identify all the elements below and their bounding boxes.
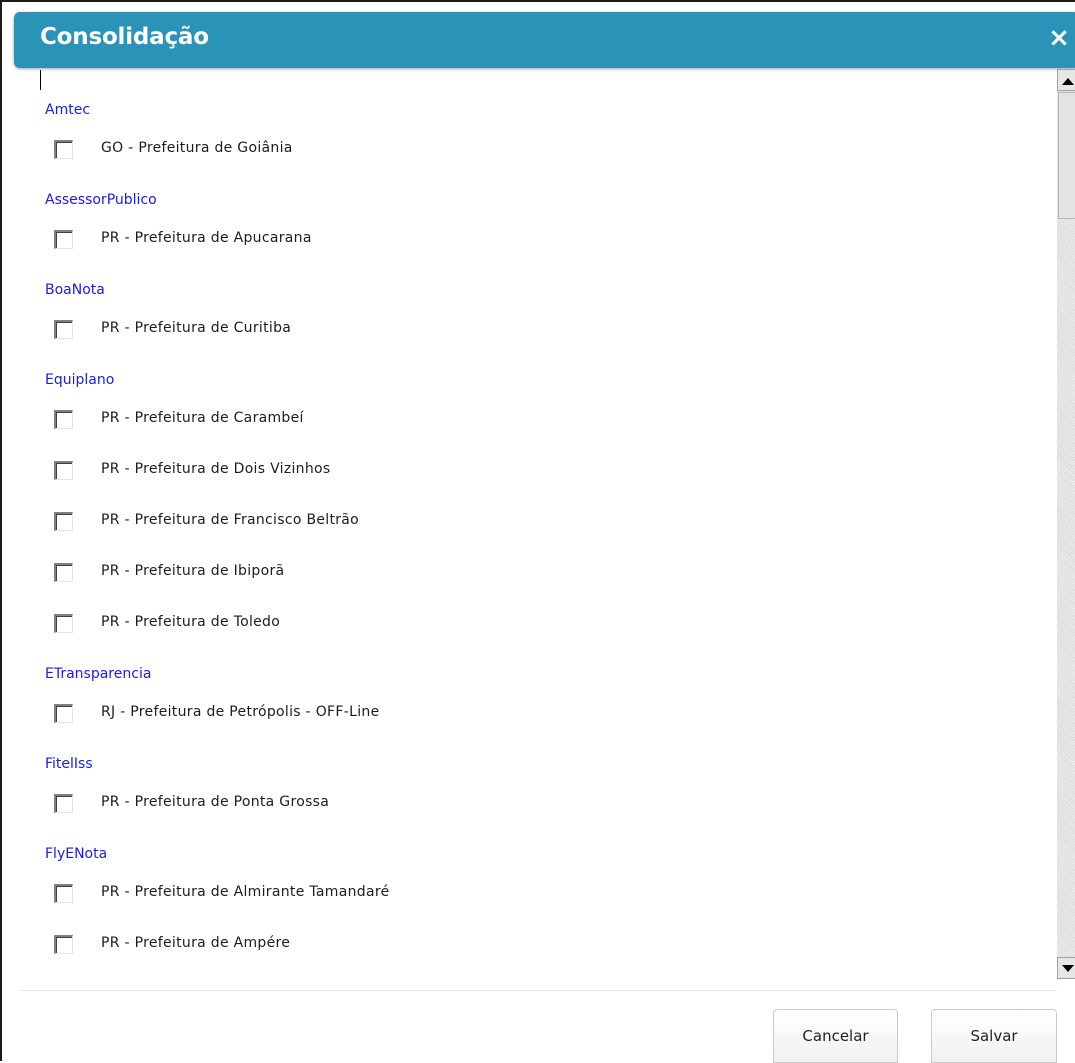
item-checkbox[interactable] <box>54 320 73 339</box>
save-button[interactable]: Salvar <box>931 1009 1057 1063</box>
close-icon[interactable]: × <box>1045 24 1073 52</box>
cancel-button[interactable]: Cancelar <box>773 1009 898 1063</box>
scroll-down-arrow-icon <box>1062 965 1074 972</box>
item-label: PR - Prefeitura de Ibiporã <box>101 563 285 579</box>
group-label: Amtec <box>45 102 91 118</box>
item-label: GO - Prefeitura de Goiânia <box>101 140 293 156</box>
item-checkbox[interactable] <box>54 884 73 903</box>
consolidation-dialog: Consolidação × Amtec GO - Prefeitura de G… <box>0 0 1075 1063</box>
scroll-thumb[interactable] <box>1058 92 1075 219</box>
group-label: BoaNota <box>45 282 105 298</box>
group-label: Equiplano <box>45 372 115 388</box>
item-label: PR - Prefeitura de Curitiba <box>101 320 292 336</box>
item-label: PR - Prefeitura de Ponta Grossa <box>101 794 330 810</box>
item-checkbox[interactable] <box>54 230 73 249</box>
item-checkbox[interactable] <box>54 935 73 954</box>
scroll-up-button[interactable] <box>1057 69 1075 91</box>
group-label: FitelIss <box>45 756 93 772</box>
group-label: FlyENota <box>45 846 108 862</box>
item-checkbox[interactable] <box>54 563 73 582</box>
item-label: PR - Prefeitura de Dois Vizinhos <box>101 461 331 477</box>
item-label: PR - Prefeitura de Toledo <box>101 614 281 630</box>
item-label: PR - Prefeitura de Apucarana <box>101 230 312 246</box>
item-label: PR - Prefeitura de Carambeí <box>101 410 304 426</box>
item-label: RJ - Prefeitura de Petrópolis - OFF-Line <box>101 704 380 720</box>
item-checkbox[interactable] <box>54 704 73 723</box>
item-label: PR - Prefeitura de Almirante Tamandaré <box>101 884 390 900</box>
group-label: ETransparencia <box>45 666 152 682</box>
item-checkbox[interactable] <box>54 140 73 159</box>
item-label: PR - Prefeitura de Francisco Beltrão <box>101 512 360 528</box>
scroll-down-button[interactable] <box>1057 957 1075 979</box>
vertical-scrollbar[interactable] <box>1057 69 1075 979</box>
item-label: PR - Prefeitura de Ampére <box>101 935 291 951</box>
footer-divider <box>20 990 1057 991</box>
dialog-header: Consolidação × <box>14 12 1075 68</box>
dialog-body-list[interactable]: Amtec GO - Prefeitura de Goiânia AssessorP… <box>4 68 1057 978</box>
item-checkbox[interactable] <box>54 461 73 480</box>
dialog-title: Consolidação <box>40 24 209 50</box>
item-checkbox[interactable] <box>54 614 73 633</box>
scroll-up-arrow-icon <box>1062 78 1074 85</box>
item-checkbox[interactable] <box>54 794 73 813</box>
text-cursor <box>40 70 41 90</box>
group-label: AssessorPublico <box>45 192 157 208</box>
item-checkbox[interactable] <box>54 512 73 531</box>
item-checkbox[interactable] <box>54 410 73 429</box>
